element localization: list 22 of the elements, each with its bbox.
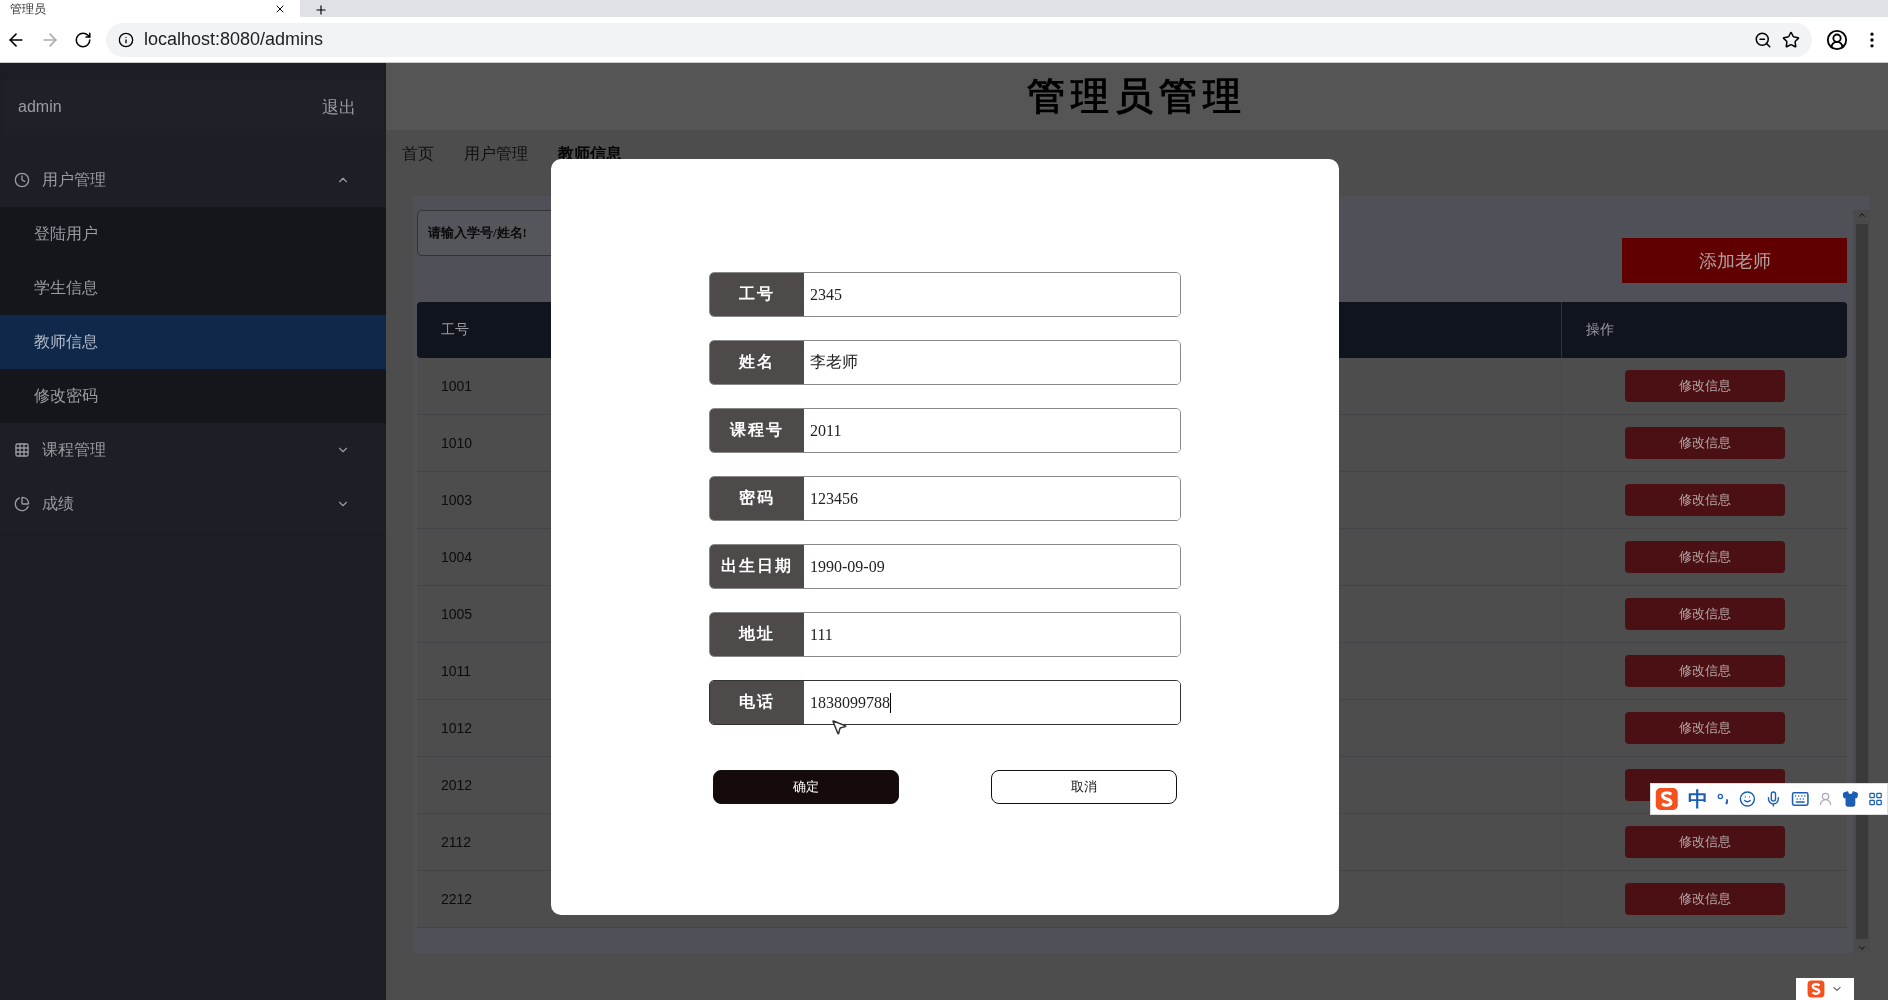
table-cell-text: 1011 [440,663,473,679]
table-cell-text: 2212 [440,891,474,907]
field-label: 姓名 [710,341,804,384]
field-label: 电话 [710,681,804,724]
tab-title: 管理员 [10,2,46,15]
table-cell-text: 1003 [440,492,474,508]
table-cell-text: 1012 [440,720,474,736]
table-cell-text: 1001 [440,378,474,394]
field-label: 密码 [710,477,804,520]
field-label: 地址 [710,613,804,656]
table-cell-text: 2112 [440,834,473,850]
table-cell-text: 1010 [440,435,474,451]
page-title: 管理员管理 [1027,74,1247,119]
column-header: 操作 [1585,321,1614,339]
table-cell-text: 2012 [440,777,474,793]
field-label: 课程号 [710,409,804,452]
column-header: 工号 [440,321,469,339]
field-label: 工号 [710,273,804,316]
table-cell-text: 1005 [440,606,474,622]
table-cell-text: 1004 [440,549,474,565]
user-name: admin [18,98,62,116]
field-label: 出生日期 [710,545,804,588]
